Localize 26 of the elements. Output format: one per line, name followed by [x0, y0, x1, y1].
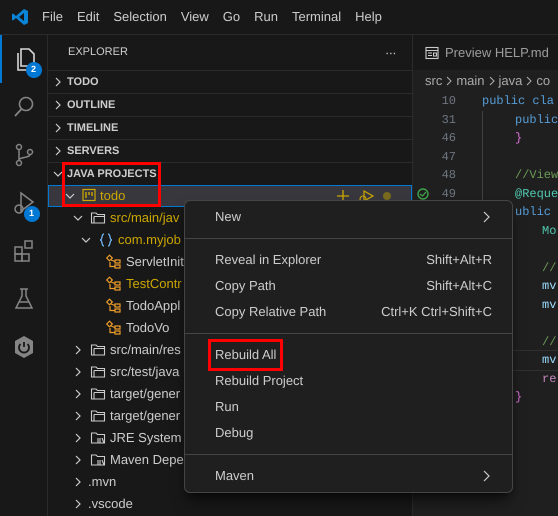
keyboard-shortcut: Shift+Alt+R [426, 251, 492, 270]
code-text: public [515, 112, 558, 129]
code-text: mv [542, 278, 556, 296]
keyboard-shortcut: Shift+Alt+C [426, 277, 492, 296]
code-text: @Reque [515, 186, 558, 203]
code-text: // [542, 334, 556, 351]
line-number: 31 [442, 112, 456, 129]
code-text: } [515, 389, 522, 406]
code-text: re [542, 370, 556, 388]
line-number: 46 [442, 130, 456, 148]
code-text: Mo [542, 222, 556, 240]
code-text: mv [542, 296, 556, 314]
code-text: ublic [515, 204, 552, 222]
code-text: //View [515, 167, 558, 184]
line-number: 10 [442, 93, 456, 110]
keyboard-shortcut: Ctrl+K Ctrl+Shift+C [381, 303, 492, 322]
line-number: 48 [442, 167, 456, 184]
code-text: } [515, 130, 522, 148]
sidebar-title: EXPLORER [68, 45, 128, 60]
code-text: mv [542, 352, 556, 370]
count-badge: 1 [24, 206, 40, 222]
line-number: 47 [442, 148, 456, 166]
count-badge: 2 [26, 62, 42, 78]
code-text: // [542, 260, 556, 277]
line-number: 49 [442, 186, 456, 203]
code-text: public cla [482, 93, 554, 110]
